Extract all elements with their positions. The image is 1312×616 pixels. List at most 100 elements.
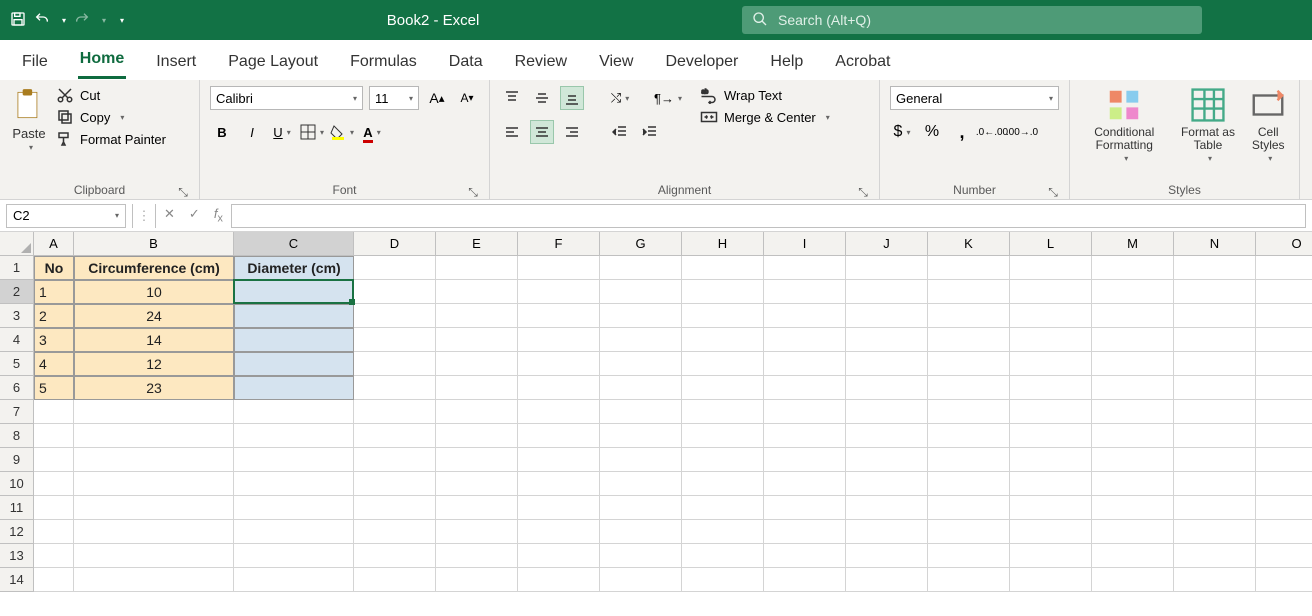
cell-H2[interactable] <box>682 280 764 304</box>
cell-L13[interactable] <box>1010 544 1092 568</box>
cell-L11[interactable] <box>1010 496 1092 520</box>
accounting-format-button[interactable]: $▾ <box>890 120 914 144</box>
cell-H8[interactable] <box>682 424 764 448</box>
row-header-6[interactable]: 6 <box>0 376 34 400</box>
format-as-table-button[interactable]: Format as Table▾ <box>1177 86 1240 163</box>
cell-A9[interactable] <box>34 448 74 472</box>
cell-K4[interactable] <box>928 328 1010 352</box>
cell-E2[interactable] <box>436 280 518 304</box>
cell-M13[interactable] <box>1092 544 1174 568</box>
cell-O12[interactable] <box>1256 520 1312 544</box>
cell-B6[interactable]: 23 <box>74 376 234 400</box>
cell-N12[interactable] <box>1174 520 1256 544</box>
cell-G6[interactable] <box>600 376 682 400</box>
cancel-icon[interactable]: ✕ <box>164 206 175 225</box>
cell-N14[interactable] <box>1174 568 1256 592</box>
cell-F11[interactable] <box>518 496 600 520</box>
cell-G8[interactable] <box>600 424 682 448</box>
cell-D6[interactable] <box>354 376 436 400</box>
cell-G5[interactable] <box>600 352 682 376</box>
number-format-combo[interactable]: General▾ <box>890 86 1059 110</box>
cell-B2[interactable]: 10 <box>74 280 234 304</box>
cell-B5[interactable]: 12 <box>74 352 234 376</box>
cell-F1[interactable] <box>518 256 600 280</box>
col-header-N[interactable]: N <box>1174 232 1256 256</box>
cell-A6[interactable]: 5 <box>34 376 74 400</box>
cell-J3[interactable] <box>846 304 928 328</box>
cell-H3[interactable] <box>682 304 764 328</box>
tab-review[interactable]: Review <box>513 45 569 79</box>
underline-button[interactable]: U▾ <box>270 120 294 144</box>
cell-N11[interactable] <box>1174 496 1256 520</box>
col-header-A[interactable]: A <box>34 232 74 256</box>
increase-font-icon[interactable]: A▴ <box>425 86 449 110</box>
cell-K10[interactable] <box>928 472 1010 496</box>
cell-L1[interactable] <box>1010 256 1092 280</box>
format-painter-button[interactable]: Format Painter <box>56 130 166 148</box>
cell-G13[interactable] <box>600 544 682 568</box>
cell-M6[interactable] <box>1092 376 1174 400</box>
cell-N5[interactable] <box>1174 352 1256 376</box>
row-header-13[interactable]: 13 <box>0 544 34 568</box>
cell-D12[interactable] <box>354 520 436 544</box>
align-top-icon[interactable] <box>500 86 524 110</box>
cell-J8[interactable] <box>846 424 928 448</box>
cell-F5[interactable] <box>518 352 600 376</box>
align-left-icon[interactable] <box>500 120 524 144</box>
cell-O14[interactable] <box>1256 568 1312 592</box>
cell-C14[interactable] <box>234 568 354 592</box>
cell-F9[interactable] <box>518 448 600 472</box>
cell-O2[interactable] <box>1256 280 1312 304</box>
wrap-text-button[interactable]: abWrap Text <box>700 86 830 104</box>
tab-help[interactable]: Help <box>768 45 805 79</box>
dialog-launcher-icon[interactable]: ⤡ <box>1047 185 1059 197</box>
cell-H7[interactable] <box>682 400 764 424</box>
col-header-B[interactable]: B <box>74 232 234 256</box>
cell-K1[interactable] <box>928 256 1010 280</box>
cell-O10[interactable] <box>1256 472 1312 496</box>
tab-home[interactable]: Home <box>78 42 126 79</box>
cell-J10[interactable] <box>846 472 928 496</box>
enter-icon[interactable]: ✓ <box>189 206 200 225</box>
merge-center-button[interactable]: Merge & Center▾ <box>700 108 830 126</box>
cut-button[interactable]: Cut <box>56 86 166 104</box>
cell-H14[interactable] <box>682 568 764 592</box>
col-header-D[interactable]: D <box>354 232 436 256</box>
cell-I11[interactable] <box>764 496 846 520</box>
cell-F6[interactable] <box>518 376 600 400</box>
cell-C13[interactable] <box>234 544 354 568</box>
cell-E7[interactable] <box>436 400 518 424</box>
cell-O4[interactable] <box>1256 328 1312 352</box>
cell-M8[interactable] <box>1092 424 1174 448</box>
cell-N4[interactable] <box>1174 328 1256 352</box>
cell-M10[interactable] <box>1092 472 1174 496</box>
cell-E6[interactable] <box>436 376 518 400</box>
cell-J12[interactable] <box>846 520 928 544</box>
cell-F3[interactable] <box>518 304 600 328</box>
cell-N13[interactable] <box>1174 544 1256 568</box>
tab-developer[interactable]: Developer <box>663 45 740 79</box>
cell-G12[interactable] <box>600 520 682 544</box>
cell-C3[interactable] <box>234 304 354 328</box>
cell-M5[interactable] <box>1092 352 1174 376</box>
cell-D13[interactable] <box>354 544 436 568</box>
cell-B10[interactable] <box>74 472 234 496</box>
cell-B11[interactable] <box>74 496 234 520</box>
tab-acrobat[interactable]: Acrobat <box>833 45 892 79</box>
undo-icon[interactable] <box>34 11 50 30</box>
cell-A3[interactable]: 2 <box>34 304 74 328</box>
cell-D14[interactable] <box>354 568 436 592</box>
cell-F13[interactable] <box>518 544 600 568</box>
cell-L12[interactable] <box>1010 520 1092 544</box>
cell-F8[interactable] <box>518 424 600 448</box>
cell-F2[interactable] <box>518 280 600 304</box>
select-all-corner[interactable] <box>0 232 34 256</box>
redo-icon[interactable] <box>74 11 90 30</box>
cell-H10[interactable] <box>682 472 764 496</box>
cell-A14[interactable] <box>34 568 74 592</box>
cell-C7[interactable] <box>234 400 354 424</box>
cell-M4[interactable] <box>1092 328 1174 352</box>
cell-J4[interactable] <box>846 328 928 352</box>
align-right-icon[interactable] <box>560 120 584 144</box>
align-bottom-icon[interactable] <box>560 86 584 110</box>
